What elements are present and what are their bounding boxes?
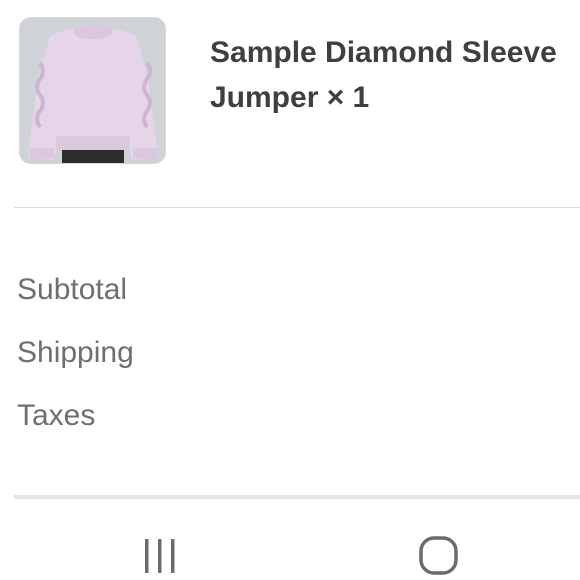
sweater-image (20, 18, 165, 163)
product-title: Sample Diamond Sleeve Jumper × 1 (210, 30, 580, 120)
cart-line-item: Sample Diamond Sleeve Jumper × 1 (0, 0, 580, 207)
order-summary-screen: Sample Diamond Sleeve Jumper × 1 Subtota… (0, 0, 580, 580)
shipping-label: Shipping (17, 336, 134, 369)
product-thumbnail (19, 17, 166, 164)
home-icon (419, 536, 458, 575)
home-button[interactable] (417, 535, 461, 579)
system-navigation-bar (0, 499, 580, 580)
recents-button[interactable] (140, 537, 180, 577)
recents-icon (145, 539, 175, 573)
taxes-label: Taxes (17, 399, 96, 432)
product-name-line-2: Jumper × 1 (210, 81, 370, 114)
product-name-line-1: Sample Diamond Sleeve (210, 36, 557, 69)
subtotal-label: Subtotal (17, 273, 128, 306)
divider (14, 207, 580, 208)
